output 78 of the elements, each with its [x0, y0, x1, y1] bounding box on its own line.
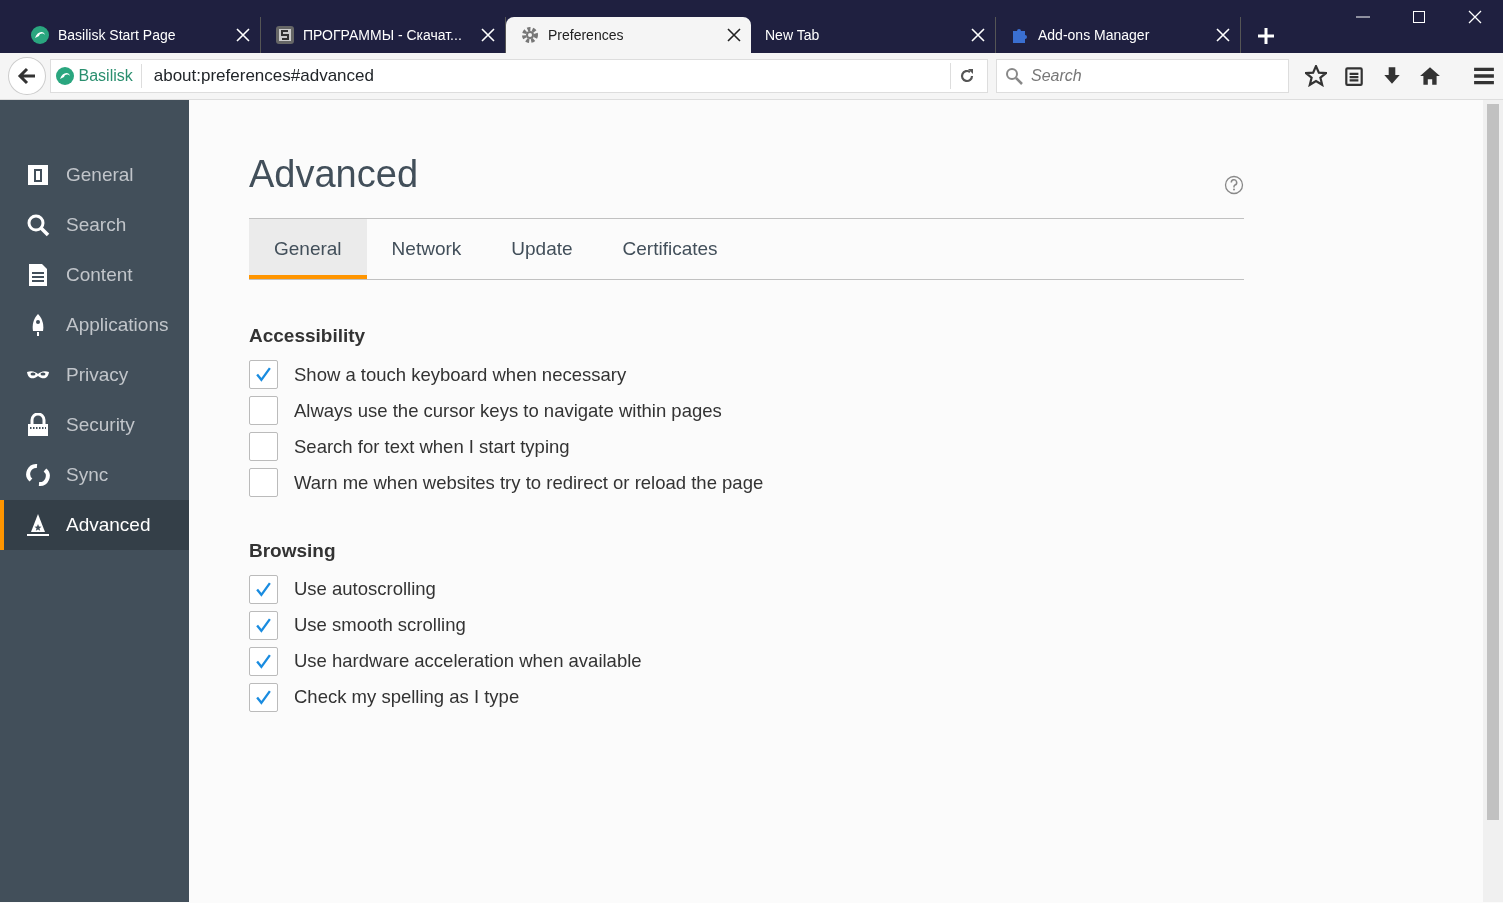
mask-icon	[26, 369, 50, 381]
scrollbar-thumb[interactable]	[1487, 104, 1499, 820]
plus-icon	[1257, 27, 1275, 45]
search-icon	[26, 213, 50, 237]
maximize-icon	[1413, 11, 1425, 23]
bookmark-star-button[interactable]	[1305, 65, 1327, 87]
settings-tab[interactable]: Network	[366, 218, 487, 280]
checkbox[interactable]	[249, 468, 278, 498]
wizard-hat-icon	[26, 513, 50, 537]
checkbox[interactable]	[249, 360, 278, 390]
checkbox-option[interactable]: Warn me when websites try to redirect or reload the page	[249, 464, 1244, 501]
checkbox-option[interactable]: Use autoscrolling	[249, 571, 1244, 608]
checkbox-option[interactable]: Use smooth scrolling	[249, 607, 1244, 644]
checkbox[interactable]	[249, 574, 278, 604]
minimize-icon	[1356, 16, 1370, 18]
basilisk-logo-icon	[30, 25, 50, 45]
reload-icon	[959, 68, 975, 84]
address-bar[interactable]: Basilisk about:preferences#advanced	[49, 59, 988, 93]
document-icon	[26, 263, 50, 287]
checkbox-option[interactable]: Search for text when I start typing	[249, 428, 1244, 465]
bookmarks-list-button[interactable]	[1343, 65, 1365, 87]
section-heading: Browsing	[249, 538, 337, 563]
checkbox-option[interactable]: Show a touch keyboard when necessary	[249, 356, 1244, 393]
checkmark-icon	[255, 580, 272, 598]
sidebar-item[interactable]: Content	[0, 250, 189, 300]
site-favicon-icon	[275, 25, 295, 45]
url-text: about:preferences#advanced	[153, 65, 375, 88]
sidebar-item[interactable]: Security	[0, 400, 189, 450]
gear-icon	[520, 25, 540, 45]
settings-tab[interactable]: General	[249, 218, 367, 280]
browser-tab[interactable]: Preferences	[506, 17, 751, 53]
checkbox-option[interactable]: Check my spelling as I type	[249, 679, 1244, 716]
help-button[interactable]	[1224, 174, 1244, 195]
close-icon	[481, 28, 495, 42]
scrollbar[interactable]	[1483, 100, 1503, 902]
close-icon	[1216, 28, 1230, 42]
checkbox[interactable]	[249, 646, 278, 676]
back-button[interactable]	[8, 57, 46, 95]
close-icon	[727, 28, 741, 42]
star-icon	[1305, 65, 1327, 87]
padlock-icon	[26, 413, 50, 437]
sidebar-item[interactable]: Privacy	[0, 350, 189, 400]
sidebar-item[interactable]: Applications	[0, 300, 189, 350]
sidebar-item[interactable]: General	[0, 150, 189, 200]
list-icon	[1343, 65, 1365, 87]
sidebar-item[interactable]: Search	[0, 200, 189, 250]
menu-button[interactable]	[1473, 65, 1495, 87]
close-icon	[236, 28, 250, 42]
checkbox-option[interactable]: Always use the cursor keys to navigate within pages	[249, 392, 1244, 429]
new-tab-button[interactable]	[1257, 27, 1275, 45]
section-heading: Accessibility	[249, 324, 367, 349]
sidebar-item[interactable]: Advanced	[0, 500, 189, 550]
back-arrow-icon	[16, 66, 37, 86]
close-tab-button[interactable]	[727, 28, 741, 42]
checkmark-icon	[255, 366, 272, 384]
menu-icon	[1473, 65, 1495, 87]
settings-tab[interactable]: Update	[486, 218, 598, 280]
checkbox[interactable]	[249, 396, 278, 426]
settings-tab[interactable]: Certificates	[597, 218, 743, 280]
panel-icon	[26, 163, 50, 187]
sync-icon	[26, 463, 50, 487]
checkbox[interactable]	[249, 432, 278, 462]
close-icon	[1468, 10, 1482, 24]
basilisk-logo-icon	[54, 66, 75, 86]
home-icon	[1419, 65, 1441, 87]
checkbox-option[interactable]: Use hardware acceleration when available	[249, 643, 1244, 680]
checkmark-icon	[255, 652, 272, 670]
checkmark-icon	[255, 688, 272, 706]
search-icon	[1005, 67, 1023, 85]
checkmark-icon	[255, 616, 272, 634]
home-button[interactable]	[1419, 65, 1441, 87]
checkbox[interactable]	[249, 682, 278, 712]
site-identity-label[interactable]: Basilisk	[78, 64, 142, 88]
checkbox[interactable]	[249, 610, 278, 640]
sidebar-item[interactable]: Sync	[0, 450, 189, 500]
search-field[interactable]: Search	[996, 59, 1289, 93]
page-title: Advanced	[249, 152, 418, 197]
close-icon	[971, 28, 985, 42]
